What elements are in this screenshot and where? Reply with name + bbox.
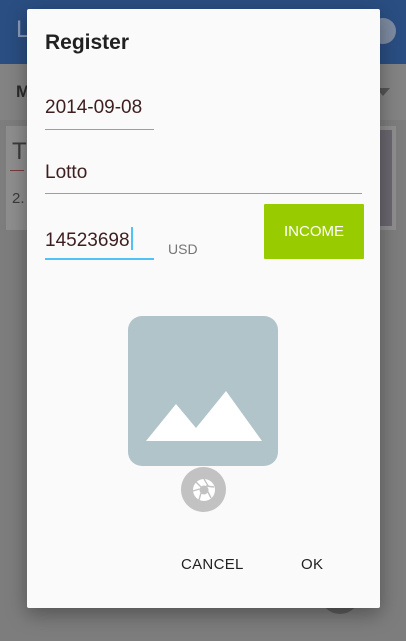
ok-button[interactable]: OK [301,549,323,579]
cancel-button[interactable]: CANCEL [181,549,244,579]
camera-shutter-icon[interactable] [181,467,226,512]
amount-field-underline [45,258,154,260]
income-button[interactable]: INCOME [264,204,364,259]
name-field[interactable]: Lotto [45,162,87,184]
dialog-title: Register [45,31,130,54]
background-item-subtitle: 2. [12,190,25,207]
background-item-title: T [12,138,27,165]
date-field[interactable]: 2014-09-08 [45,97,142,119]
image-icon[interactable] [128,316,278,466]
date-field-underline [45,129,154,130]
currency-label: USD [168,241,198,257]
background-item-divider [10,170,24,171]
text-cursor [130,227,133,250]
amount-field[interactable]: 14523698 [45,227,133,252]
amount-value: 14523698 [45,230,130,251]
name-field-underline [45,193,362,194]
register-dialog: Register 2014-09-08 Lotto 14523698 USD I… [27,9,380,608]
